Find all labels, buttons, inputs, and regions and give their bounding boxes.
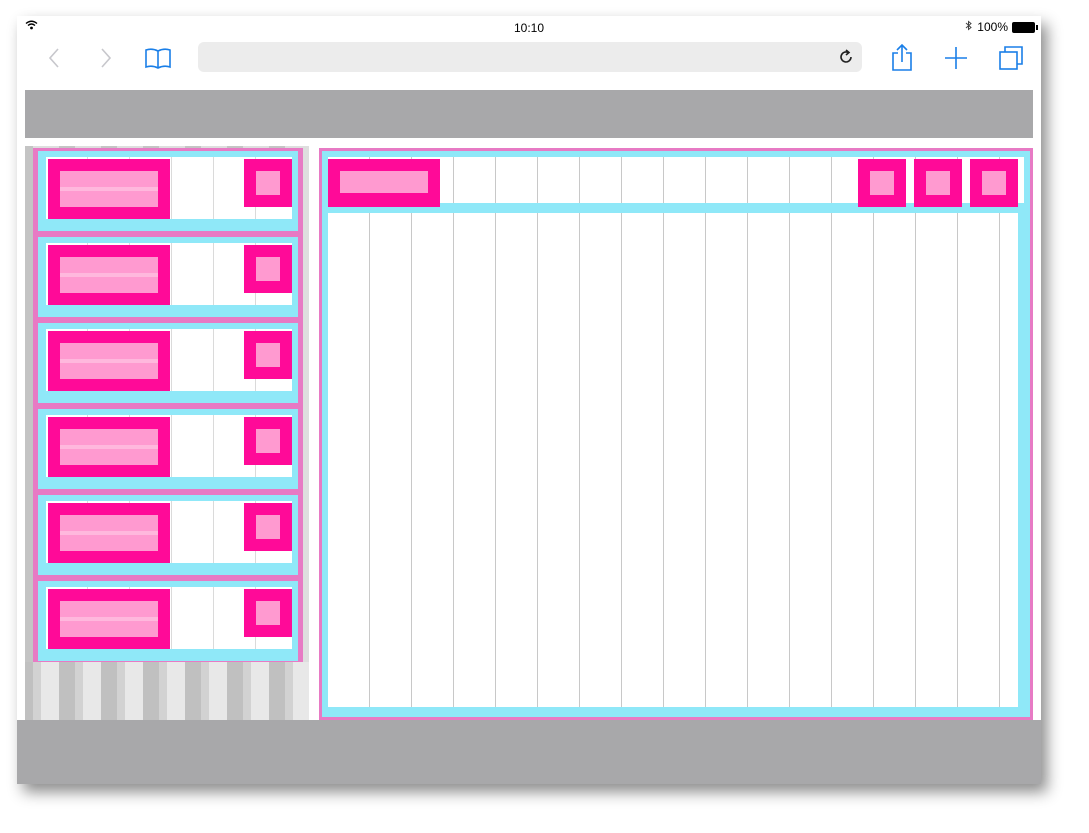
sidebar-item-action-button[interactable] bbox=[244, 159, 292, 207]
main-header-title bbox=[340, 171, 428, 193]
main-body bbox=[328, 213, 1018, 707]
bluetooth-icon bbox=[965, 20, 973, 34]
sidebar-item[interactable] bbox=[38, 151, 298, 231]
sidebar-item-label bbox=[60, 257, 158, 293]
content-area bbox=[25, 146, 1033, 720]
square-icon bbox=[870, 171, 894, 195]
sidebar-item-body bbox=[46, 329, 292, 391]
plus-icon bbox=[945, 47, 967, 69]
sidebar-item-action-button[interactable] bbox=[244, 503, 292, 551]
url-bar[interactable] bbox=[198, 42, 862, 72]
sidebar-background-lower bbox=[25, 662, 309, 720]
tabs-icon bbox=[999, 46, 1023, 70]
sidebar-item-action-button[interactable] bbox=[244, 245, 292, 293]
sidebar-item-label-button[interactable] bbox=[48, 159, 170, 219]
sidebar-item-label bbox=[60, 601, 158, 637]
main-header bbox=[328, 157, 1024, 207]
sidebar-item-label-button[interactable] bbox=[48, 503, 170, 563]
sidebar-item-body bbox=[46, 243, 292, 305]
tablet-screen: 10:10 100% bbox=[17, 16, 1041, 784]
sidebar-item-label bbox=[60, 343, 158, 379]
main-header-action-button[interactable] bbox=[970, 159, 1018, 207]
sidebar-item[interactable] bbox=[38, 495, 298, 575]
sidebar-item-body bbox=[46, 587, 292, 649]
sidebar-item-label-button[interactable] bbox=[48, 331, 170, 391]
reload-icon bbox=[840, 49, 852, 63]
share-button[interactable] bbox=[887, 42, 917, 74]
sidebar-item[interactable] bbox=[38, 581, 298, 661]
header-band bbox=[25, 90, 1033, 138]
reload-button[interactable] bbox=[836, 47, 856, 67]
new-tab-button[interactable] bbox=[941, 42, 971, 74]
chevron-left-icon bbox=[48, 48, 59, 68]
chevron-right-icon bbox=[101, 48, 112, 68]
footer-band bbox=[17, 720, 1041, 784]
back-button[interactable] bbox=[39, 42, 69, 74]
square-icon bbox=[256, 429, 280, 453]
forward-button[interactable] bbox=[91, 42, 121, 74]
sidebar-item-action-button[interactable] bbox=[244, 417, 292, 465]
status-bar: 10:10 100% bbox=[17, 16, 1041, 38]
main-header-action-button[interactable] bbox=[914, 159, 962, 207]
sidebar-item-body bbox=[46, 157, 292, 219]
status-right: 100% bbox=[965, 20, 1038, 34]
sidebar-item-label bbox=[60, 515, 158, 551]
bookmarks-button[interactable] bbox=[141, 42, 175, 74]
square-icon bbox=[982, 171, 1006, 195]
sidebar-item-label-button[interactable] bbox=[48, 417, 170, 477]
main-header-title-button[interactable] bbox=[328, 159, 440, 207]
sidebar-item-label bbox=[60, 171, 158, 207]
battery-percent: 100% bbox=[977, 20, 1008, 34]
square-icon bbox=[256, 601, 280, 625]
status-time: 10:10 bbox=[513, 21, 545, 35]
square-icon bbox=[256, 343, 280, 367]
sidebar-item[interactable] bbox=[38, 323, 298, 403]
share-icon bbox=[892, 44, 912, 71]
sidebar-item-label bbox=[60, 429, 158, 465]
sidebar-item-action-button[interactable] bbox=[244, 589, 292, 637]
sidebar-item-body bbox=[46, 415, 292, 477]
sidebar-item-label-button[interactable] bbox=[48, 245, 170, 305]
tabs-button[interactable] bbox=[995, 42, 1027, 74]
book-icon bbox=[145, 48, 171, 69]
sidebar-item[interactable] bbox=[38, 237, 298, 317]
square-icon bbox=[256, 515, 280, 539]
sidebar-item-body bbox=[46, 501, 292, 563]
main-panel bbox=[319, 148, 1033, 720]
browser-toolbar bbox=[17, 38, 1041, 80]
sidebar-item-action-button[interactable] bbox=[244, 331, 292, 379]
square-icon bbox=[256, 257, 280, 281]
battery-icon bbox=[1012, 21, 1038, 33]
grid-lines bbox=[328, 213, 1018, 707]
sidebar bbox=[33, 148, 303, 662]
main-header-action-button[interactable] bbox=[858, 159, 906, 207]
square-icon bbox=[256, 171, 280, 195]
sidebar-item[interactable] bbox=[38, 409, 298, 489]
sidebar-item-label-button[interactable] bbox=[48, 589, 170, 649]
square-icon bbox=[926, 171, 950, 195]
